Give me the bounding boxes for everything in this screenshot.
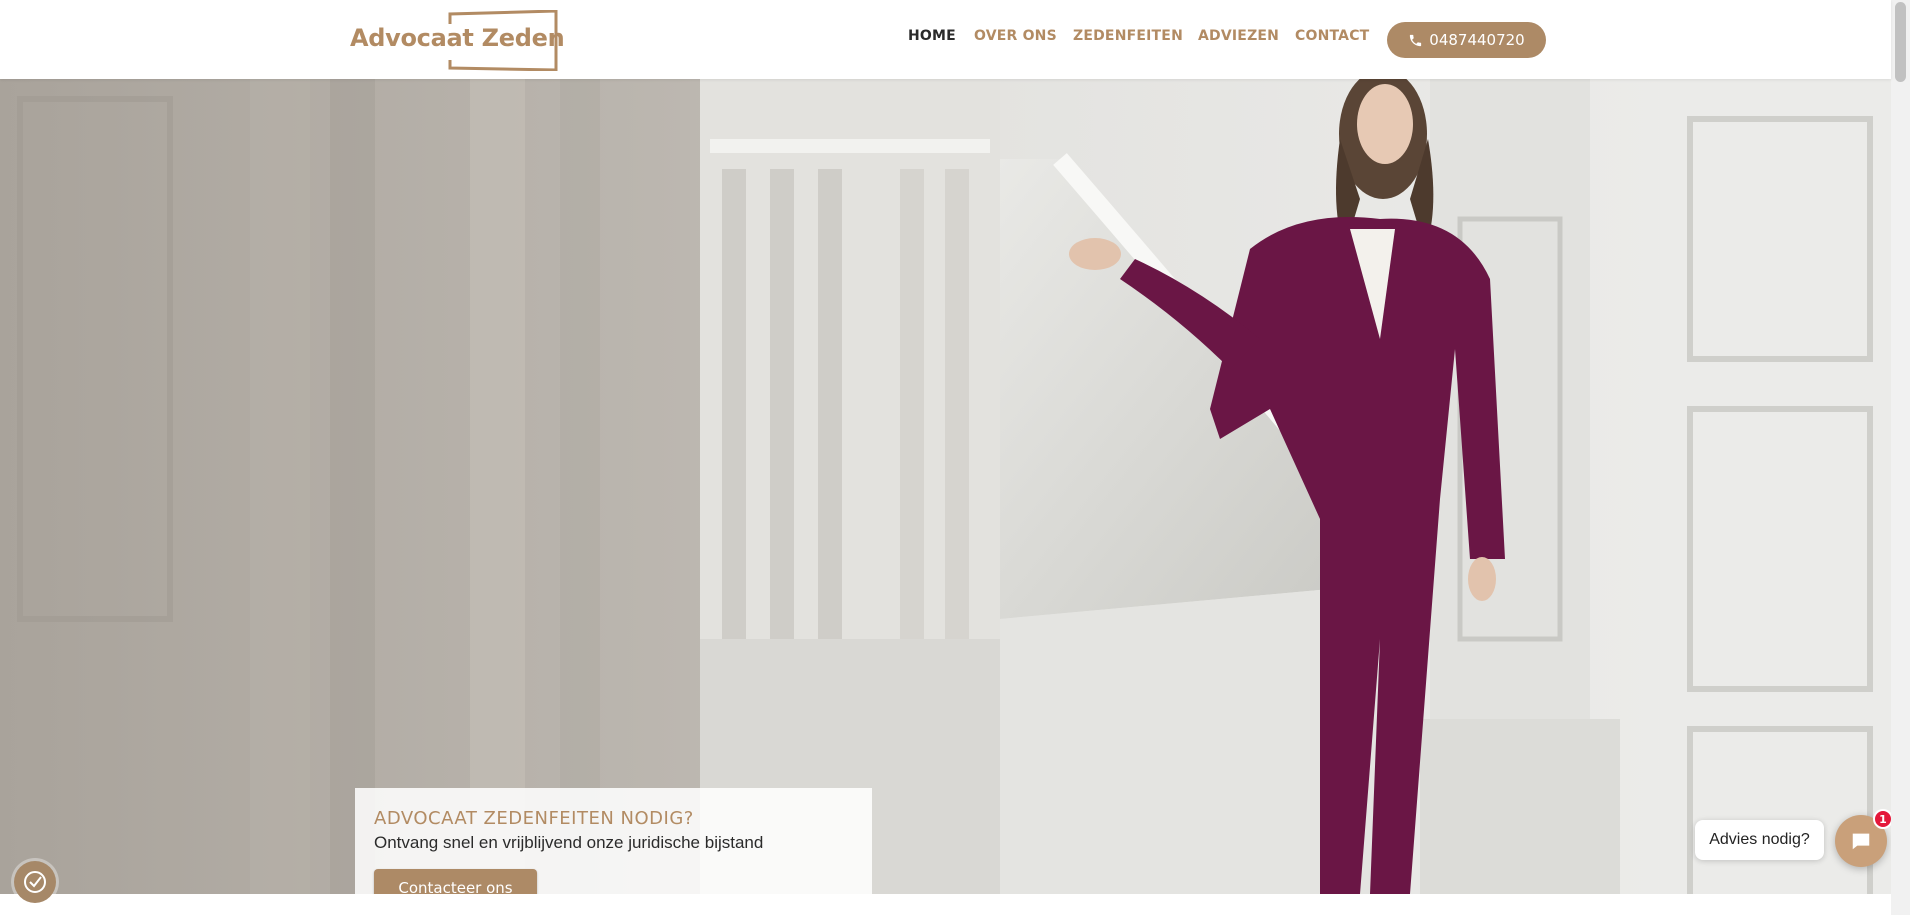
chat-notification-badge: 1 bbox=[1873, 809, 1893, 829]
hero-cta-box: ADVOCAAT ZEDENFEITEN NODIG? Ontvang snel… bbox=[355, 788, 872, 894]
logo-text: Advocaat Zeden bbox=[350, 24, 565, 52]
nav-item-home[interactable]: HOME bbox=[908, 28, 956, 44]
site-logo[interactable]: Advocaat Zeden bbox=[350, 10, 565, 71]
phone-number: 0487440720 bbox=[1429, 31, 1525, 49]
phone-button[interactable]: 0487440720 bbox=[1387, 22, 1546, 58]
page-bottom-edge bbox=[0, 894, 1891, 915]
nav-item-contact[interactable]: CONTACT bbox=[1295, 28, 1369, 44]
hero-title: ADVOCAAT ZEDENFEITEN NODIG? bbox=[374, 808, 694, 829]
hero-background-image bbox=[0, 79, 1891, 894]
page-scrollbar[interactable] bbox=[1891, 0, 1910, 915]
cookie-settings-icon bbox=[24, 871, 46, 893]
cookie-settings-button[interactable] bbox=[14, 861, 56, 903]
nav-item-adviezen[interactable]: ADVIEZEN bbox=[1198, 28, 1279, 44]
chat-prompt-bubble[interactable]: Advies nodig? bbox=[1695, 820, 1824, 860]
contact-button[interactable]: Contacteer ons bbox=[374, 869, 537, 894]
nav-item-over-ons[interactable]: OVER ONS bbox=[974, 28, 1057, 44]
scrollbar-thumb[interactable] bbox=[1895, 2, 1906, 82]
hero-section: ADVOCAAT ZEDENFEITEN NODIG? Ontvang snel… bbox=[0, 79, 1891, 894]
hero-subtitle: Ontvang snel en vrijblijvend onze juridi… bbox=[374, 833, 764, 852]
nav-item-zedenfeiten[interactable]: ZEDENFEITEN bbox=[1073, 28, 1183, 44]
site-header: Advocaat Zeden HOME OVER ONS ZEDENFEITEN… bbox=[0, 0, 1891, 79]
phone-icon bbox=[1410, 34, 1422, 46]
chat-icon bbox=[1852, 833, 1870, 850]
